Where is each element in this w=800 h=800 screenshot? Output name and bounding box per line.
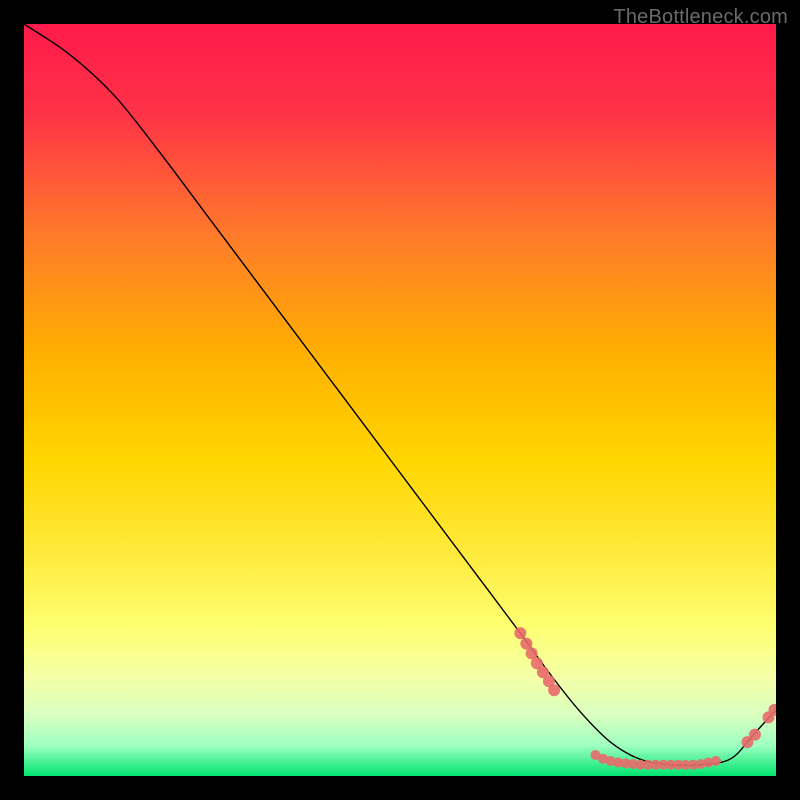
marker-marker-cluster-left xyxy=(548,684,560,696)
plot-area xyxy=(24,24,776,776)
chart-frame: TheBottleneck.com xyxy=(0,0,800,800)
chart-svg xyxy=(24,24,776,776)
marker-marker-cluster-bottom xyxy=(711,756,721,766)
marker-marker-cluster-right xyxy=(749,729,761,741)
gradient-background xyxy=(24,24,776,776)
marker-marker-cluster-left xyxy=(514,627,526,639)
